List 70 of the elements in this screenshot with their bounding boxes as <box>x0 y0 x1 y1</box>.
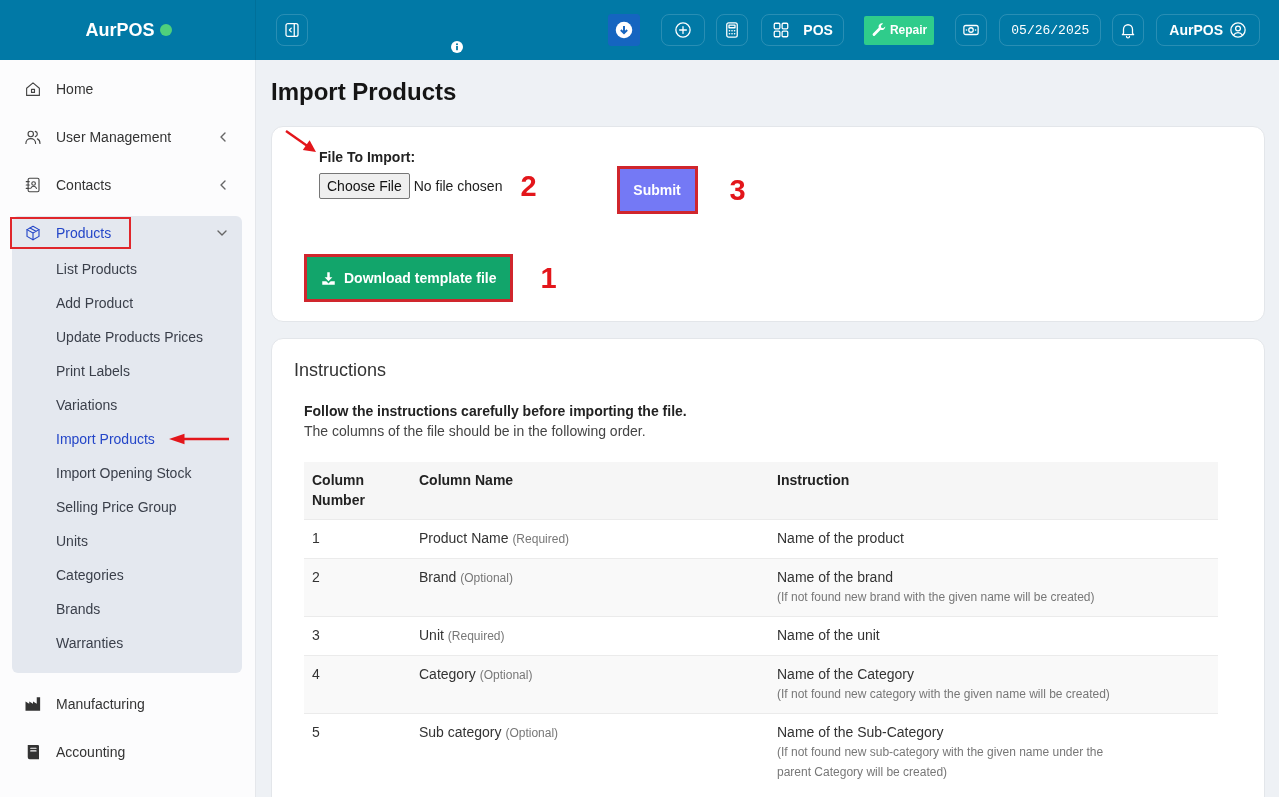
instruction-text: Name of the brand <box>777 568 894 587</box>
table-cell: 4 <box>304 655 411 714</box>
info-icon[interactable] <box>451 41 463 53</box>
instruction-note: (If not found new category with the given name will be created) <box>777 686 1111 703</box>
pos-button[interactable]: POS <box>761 14 844 46</box>
submenu-item[interactable]: Selling Price Group <box>56 499 177 515</box>
submenu-item[interactable]: Import Products <box>56 431 155 447</box>
instruction-text: Name of the Category <box>777 665 915 684</box>
user-menu-button[interactable]: AurPOS <box>1156 14 1260 46</box>
nav-item[interactable]: Products <box>10 217 132 249</box>
column-header: Column Number <box>304 462 411 520</box>
submenu-item[interactable]: Add Product <box>56 295 134 311</box>
instruction-note: (If not found new brand with the given name will be created) <box>777 589 1096 606</box>
submenu-item[interactable]: Variations <box>56 397 118 413</box>
instruction-text: Name of the Sub-Category <box>777 723 945 742</box>
grid-icon <box>772 21 791 39</box>
instructions-lead: Follow the instructions carefully before importing the file. <box>304 402 688 421</box>
submenu-item[interactable]: Units <box>56 533 88 549</box>
factory-icon <box>24 695 42 713</box>
nav-item[interactable]: User Management <box>10 121 192 153</box>
instruction-note: (If not found new sub-category with the given name under the parent Category will be created) <box>777 744 1105 781</box>
download-button[interactable] <box>608 14 641 46</box>
table-cell: Brand (Optional) <box>411 558 769 617</box>
notifications-button[interactable] <box>1112 14 1145 46</box>
date-button[interactable]: 05/26/2025 <box>999 14 1102 46</box>
table-cell: 5 <box>304 713 411 791</box>
instructions-text: The columns of the file should be in the following order. <box>304 422 647 441</box>
submit-button[interactable]: Submit <box>616 166 698 214</box>
column-header: Instruction <box>769 462 1218 520</box>
table-cell: 2 <box>304 558 411 617</box>
submenu-item[interactable]: List Products <box>56 261 137 277</box>
wrench-icon <box>870 22 887 38</box>
submenu-item[interactable]: Warranties <box>56 635 124 651</box>
table-cell: Category (Optional) <box>411 655 769 714</box>
sidebar-toggle-button[interactable] <box>276 14 308 46</box>
file-status: No file chosen <box>413 178 503 194</box>
nav-item[interactable]: Manufacturing <box>10 688 165 720</box>
home-icon <box>24 80 42 98</box>
nav-item[interactable]: Accounting <box>10 736 146 768</box>
instruction-text: Name of the unit <box>777 626 881 645</box>
column-header: Column Name <box>411 462 769 520</box>
file-label: File To Import: <box>319 149 416 165</box>
arrow-down-circle-icon <box>615 21 634 39</box>
table-cell: Sub category (Optional) <box>411 713 769 791</box>
instruction-text: Name of the product <box>777 529 905 548</box>
status-dot-icon <box>159 24 172 36</box>
brand-name: AurPOS <box>85 19 155 41</box>
annotation-number: 3 <box>729 175 746 205</box>
calculator-button[interactable] <box>716 14 749 46</box>
submenu-item[interactable]: Update Products Prices <box>56 329 204 345</box>
annotation-number: 1 <box>540 263 557 293</box>
cash-button[interactable] <box>955 14 988 46</box>
user-circle-icon <box>1229 21 1247 39</box>
plus-circle-icon <box>674 21 693 39</box>
submenu-item[interactable]: Categories <box>56 567 124 583</box>
address-book-icon <box>24 176 42 194</box>
sidebar-collapse-icon <box>283 21 301 39</box>
nav-item[interactable]: Contacts <box>10 169 132 201</box>
annotation-number: 2 <box>520 171 537 201</box>
download-icon <box>321 270 336 286</box>
instructions-title: Instructions <box>294 359 388 381</box>
submenu-item[interactable]: Print Labels <box>56 363 130 379</box>
add-button[interactable] <box>661 14 706 46</box>
page-title: Import Products <box>271 78 458 106</box>
choose-file-button[interactable]: Choose File <box>319 173 410 199</box>
nav-item[interactable]: Home <box>10 73 114 105</box>
users-icon <box>24 128 42 146</box>
submenu-item[interactable]: Import Opening Stock <box>56 465 192 481</box>
submenu-item[interactable]: Brands <box>56 601 101 617</box>
cube-icon <box>24 224 42 242</box>
